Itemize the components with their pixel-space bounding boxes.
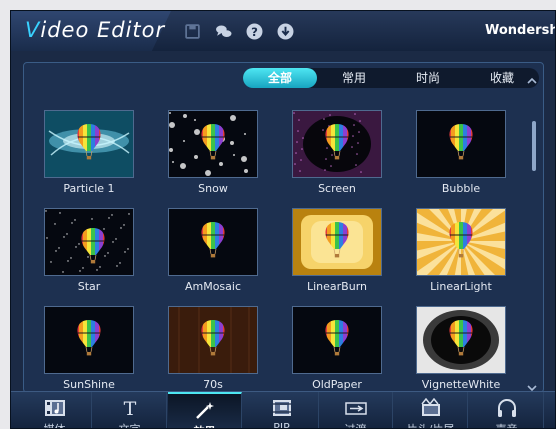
effect-thumbnail[interactable] bbox=[168, 110, 258, 178]
app-title-rest: ideo Editor bbox=[40, 18, 166, 42]
toolbar-pip-film-button[interactable]: PIP bbox=[245, 392, 319, 429]
toolbar-media-button[interactable]: 媒体 bbox=[18, 392, 92, 428]
title-toolbar: ? bbox=[183, 22, 295, 41]
pip-film-icon bbox=[271, 398, 293, 418]
chat-icon[interactable] bbox=[214, 22, 233, 41]
effect-thumbnail[interactable] bbox=[416, 110, 506, 178]
effect-label: 70s bbox=[203, 378, 223, 391]
svg-text:T: T bbox=[124, 398, 137, 418]
tab-2[interactable]: 时尚 bbox=[391, 68, 465, 88]
effect-thumbnail[interactable] bbox=[292, 306, 382, 374]
toolbar-label: 过渡 bbox=[319, 421, 392, 428]
scrollbar-thumb[interactable] bbox=[532, 121, 536, 171]
sound-headphones-icon bbox=[496, 398, 518, 418]
effect-tile[interactable]: LinearBurn bbox=[292, 208, 382, 296]
tab-0[interactable]: 全部 bbox=[243, 68, 317, 88]
toolbar-label: 文字 bbox=[93, 421, 166, 428]
effect-label: LinearBurn bbox=[306, 280, 367, 293]
effect-thumbnail[interactable] bbox=[292, 208, 382, 276]
effects-wand-icon bbox=[194, 400, 216, 420]
effect-tile[interactable]: Snow bbox=[168, 110, 258, 198]
toolbar-label: 媒体 bbox=[18, 421, 91, 428]
category-tabs: 全部 常用 时尚 收藏 bbox=[243, 68, 539, 88]
effect-thumbnail[interactable] bbox=[292, 110, 382, 178]
effect-label: AmMosaic bbox=[184, 280, 242, 293]
toolbar-intro-credits-button[interactable]: 片头/片尾 bbox=[394, 392, 468, 428]
effect-thumbnail[interactable] bbox=[168, 208, 258, 276]
toolbar-label: 片头/片尾 bbox=[394, 421, 467, 428]
help-icon[interactable]: ? bbox=[245, 22, 264, 41]
effects-panel: 全部 常用 时尚 收藏 Particle 1 Snow Screen Bubble Star A… bbox=[23, 62, 544, 393]
media-icon bbox=[44, 398, 66, 418]
company-name: Wondersh bbox=[485, 23, 555, 38]
toolbar-text-button[interactable]: T 文字 bbox=[93, 392, 167, 428]
editor-window: Video Editor ? Wondersh 全部 常用 时尚 收藏 Particl… bbox=[10, 10, 556, 429]
effect-label: OldPaper bbox=[312, 378, 362, 391]
effect-tile[interactable]: LinearLight bbox=[416, 208, 506, 296]
effect-label: SunShine bbox=[63, 378, 115, 391]
toolbar-effects-wand-button[interactable]: 效果 bbox=[168, 392, 242, 428]
effect-label: Screen bbox=[318, 182, 356, 195]
effect-thumbnail[interactable] bbox=[416, 306, 506, 374]
effect-tile[interactable]: VignetteWhite bbox=[416, 306, 506, 392]
effect-label: Snow bbox=[198, 182, 228, 195]
scroll-down-icon[interactable] bbox=[527, 378, 537, 392]
effect-label: LinearLight bbox=[430, 280, 492, 293]
effect-tile[interactable]: Bubble bbox=[416, 110, 506, 198]
text-icon: T bbox=[119, 398, 141, 420]
tab-1[interactable]: 常用 bbox=[317, 68, 391, 88]
toolbar-label: PIP bbox=[273, 421, 290, 429]
effect-thumbnail[interactable] bbox=[44, 306, 134, 374]
effect-thumbnail[interactable] bbox=[168, 306, 258, 374]
effect-thumbnail[interactable] bbox=[416, 208, 506, 276]
effect-tile[interactable]: OldPaper bbox=[292, 306, 382, 392]
effect-tile[interactable]: Screen bbox=[292, 110, 382, 198]
effect-label: VignetteWhite bbox=[421, 378, 501, 391]
effect-thumbnail[interactable] bbox=[44, 110, 134, 178]
effect-label: Particle 1 bbox=[63, 182, 115, 195]
toolbar-transition-button[interactable]: 过渡 bbox=[319, 392, 393, 428]
effect-tile[interactable]: Star bbox=[44, 208, 134, 296]
effect-label: Star bbox=[77, 280, 101, 293]
bottom-toolbar: 媒体 T 文字效果 PIP 过渡片头/片尾声音 bbox=[11, 391, 555, 429]
toolbar-label: 声音 bbox=[470, 421, 543, 428]
toolbar-label: 效果 bbox=[168, 423, 241, 428]
svg-text:?: ? bbox=[251, 25, 258, 39]
app-title: Video Editor bbox=[25, 18, 165, 42]
effect-tile[interactable]: AmMosaic bbox=[168, 208, 258, 296]
intro-credits-icon bbox=[420, 397, 442, 418]
app-title-initial: V bbox=[25, 18, 41, 42]
title-bar: Video Editor ? Wondersh bbox=[11, 11, 555, 51]
toolbar-sound-headphones-button[interactable]: 声音 bbox=[470, 392, 544, 428]
save-icon[interactable] bbox=[183, 22, 202, 41]
effect-tile[interactable]: SunShine bbox=[44, 306, 134, 392]
effect-label: Bubble bbox=[441, 182, 481, 195]
effect-thumbnail[interactable] bbox=[44, 208, 134, 276]
transition-icon bbox=[345, 398, 367, 418]
scroll-up-icon[interactable] bbox=[527, 71, 537, 84]
download-icon[interactable] bbox=[276, 22, 295, 41]
effect-tile[interactable]: 70s bbox=[168, 306, 258, 392]
effect-tile[interactable]: Particle 1 bbox=[44, 110, 134, 198]
